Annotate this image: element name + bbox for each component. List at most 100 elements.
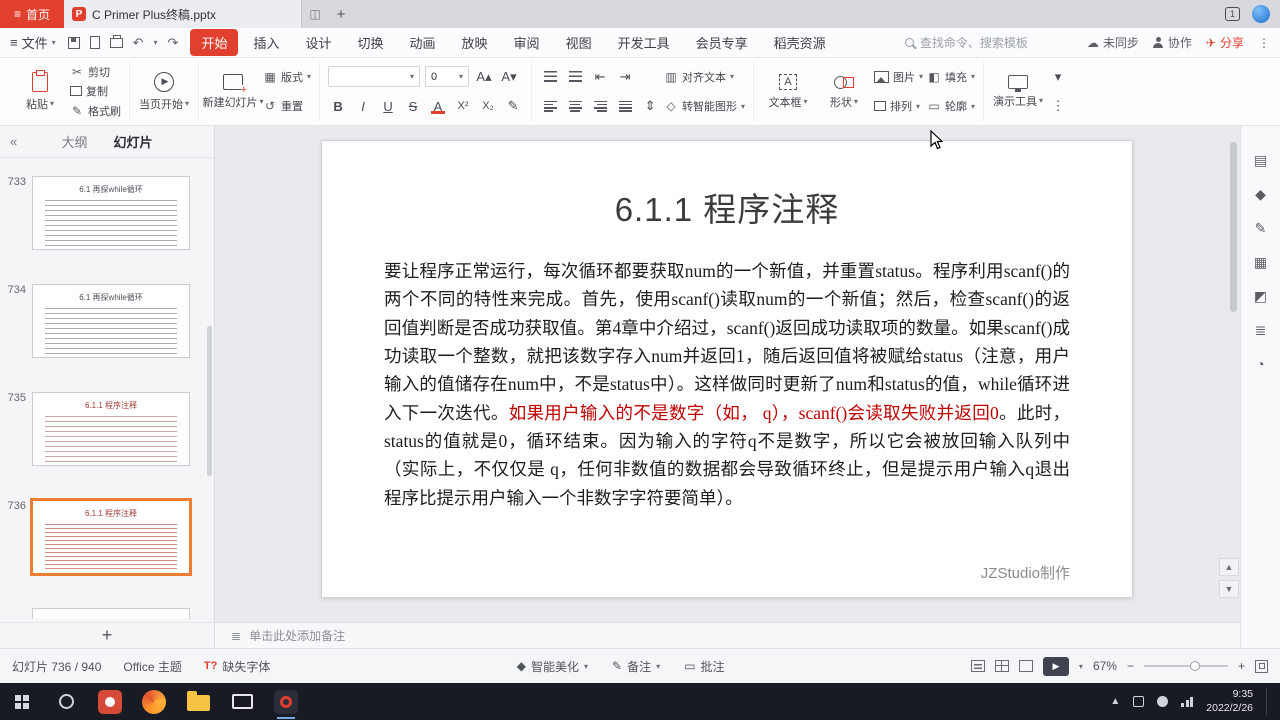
reset-button[interactable]: ↺ 重置 [263, 97, 311, 116]
slide-thumbnail-735[interactable]: 6.1.1 程序注释 [32, 392, 190, 466]
slide-sorter-view-button[interactable] [994, 660, 1009, 672]
sync-status[interactable]: ☁ 未同步 [1087, 34, 1139, 51]
share-button[interactable]: ✈ 分享 [1206, 34, 1244, 51]
menu-tab-动画[interactable]: 动画 [399, 29, 447, 56]
next-slide-button[interactable]: ▼ [1219, 580, 1239, 598]
format-painter-button[interactable]: ✎ 格式刷 [70, 102, 121, 121]
tab-list-icon[interactable]: ◫ [302, 0, 328, 28]
firefox-icon[interactable] [132, 683, 176, 720]
browser-icon[interactable] [88, 683, 132, 720]
menu-tab-放映[interactable]: 放映 [451, 29, 499, 56]
zoom-out-button[interactable]: − [1127, 659, 1134, 673]
redo-icon[interactable]: ↷ [168, 36, 179, 49]
command-search[interactable]: 查找命令、搜索模板 [904, 34, 1075, 51]
fit-to-window-button[interactable] [1255, 659, 1268, 673]
save-icon[interactable] [67, 36, 80, 49]
edit-panel-icon[interactable]: ✎ [1255, 220, 1267, 237]
slide-thumbnail-736[interactable]: 6.1.1 程序注释 [30, 498, 192, 576]
beautify-panel-icon[interactable]: ◆ [1255, 186, 1266, 203]
copy-button[interactable]: 复制 [70, 82, 121, 103]
subscript-button[interactable]: X₂ [478, 96, 498, 116]
layout-panel-icon[interactable]: ▦ [1254, 254, 1267, 271]
show-desktop-button[interactable] [1266, 687, 1272, 716]
notes-toggle-button[interactable]: ✎ 备注 ▾ [612, 658, 660, 675]
fill-button[interactable]: ◧ 填充 ▾ [927, 67, 975, 86]
slide-title[interactable]: 6.1.1 程序注释 [322, 183, 1132, 231]
tray-chevron-icon[interactable]: ▲ [1110, 696, 1120, 707]
shapes-button[interactable]: 形状 ▾ [818, 62, 870, 121]
new-tab-button[interactable]: + [328, 0, 354, 28]
comments-button[interactable]: ▭ 批注 [684, 658, 724, 675]
canvas-scrollbar[interactable] [1230, 142, 1237, 312]
fill-panel-icon[interactable]: ◩ [1254, 288, 1267, 305]
document-tab[interactable]: P C Primer Plus终稿.pptx [64, 0, 302, 28]
start-button[interactable] [0, 683, 44, 720]
slide-body-text[interactable]: 要让程序正常运行，每次循环都要获取num的一个新值，并重置status。程序利用… [384, 257, 1070, 512]
undo-icon[interactable]: ↶ [133, 36, 144, 49]
history-panel-icon[interactable]: ◔ [1256, 356, 1264, 372]
smart-beautify-button[interactable]: ◆ 智能美化 ▾ [517, 658, 588, 675]
underline-button[interactable]: U [378, 96, 398, 116]
outline-panel-icon[interactable]: ≣ [1255, 322, 1267, 339]
align-text-button[interactable]: ▥ 对齐文本 ▾ [664, 67, 745, 86]
play-from-current-button[interactable]: ▶ 当页开始 ▾ [138, 62, 190, 121]
notes-bar[interactable]: ≣ 单击此处添加备注 [215, 622, 1240, 648]
highlight-button[interactable]: ✎ [503, 96, 523, 116]
collapse-ribbon-icon[interactable]: ▾ [1048, 67, 1068, 87]
convert-smartart-button[interactable]: ◇ 转智能图形 ▾ [664, 97, 745, 116]
picture-button[interactable]: 图片 ▾ [874, 67, 923, 86]
font-name-select[interactable]: ▾ [328, 66, 421, 88]
more-options-icon[interactable]: ⋮ [1258, 36, 1270, 50]
bullets-button[interactable] [540, 67, 560, 87]
ribbon-overflow-icon[interactable]: ⋮ [1048, 96, 1068, 116]
menu-tab-会员专享[interactable]: 会员专享 [685, 29, 759, 56]
menu-tab-开始[interactable]: 开始 [190, 29, 239, 56]
reading-view-button[interactable] [1018, 660, 1033, 672]
textbox-button[interactable]: A 文本框 ▾ [762, 62, 814, 121]
slide-thumbnail-734[interactable]: 6.1 再探while循环 [32, 284, 190, 358]
slideshow-button[interactable]: ▶ [1042, 656, 1069, 676]
slide-thumbnail-partial[interactable] [32, 608, 190, 619]
file-menu[interactable]: ≡ 文件 ▾ [10, 33, 56, 52]
collapse-panel-button[interactable]: « [10, 134, 17, 149]
increase-indent-button[interactable]: ⇥ [615, 67, 635, 87]
presenter-tools-button[interactable]: 演示工具 ▾ [992, 62, 1044, 121]
slide-736[interactable]: 6.1.1 程序注释 要让程序正常运行，每次循环都要获取num的一个新值，并重置… [321, 140, 1133, 598]
zoom-level[interactable]: 67% [1093, 659, 1117, 673]
slide-thumbnail-733[interactable]: 6.1 再探while循环 [32, 176, 190, 250]
panel-scrollbar[interactable] [207, 326, 212, 476]
network-icon[interactable] [1181, 696, 1194, 707]
menu-tab-切换[interactable]: 切换 [347, 29, 395, 56]
paste-button[interactable]: 粘贴 ▾ [14, 62, 66, 121]
undo-caret-icon[interactable]: ▾ [154, 38, 158, 47]
strikethrough-button[interactable]: S [403, 96, 423, 116]
display-app-icon[interactable] [220, 683, 264, 720]
editing-canvas[interactable]: 6.1.1 程序注释 要让程序正常运行，每次循环都要获取num的一个新值，并重置… [215, 126, 1240, 622]
taskbar-search-button[interactable] [44, 683, 88, 720]
arrange-button[interactable]: 排列 ▾ [874, 97, 923, 118]
window-badge[interactable]: 1 [1225, 7, 1240, 21]
zoom-slider-handle[interactable] [1190, 661, 1201, 671]
normal-view-button[interactable] [970, 660, 985, 672]
menu-tab-开发工具[interactable]: 开发工具 [607, 29, 681, 56]
shrink-font-button[interactable]: A▾ [499, 67, 519, 87]
file-explorer-icon[interactable] [176, 683, 220, 720]
new-slide-button[interactable]: 新建幻灯片▾ [203, 62, 264, 121]
justify-button[interactable] [615, 96, 635, 116]
zoom-slider[interactable] [1143, 661, 1228, 671]
missing-font-warning[interactable]: T? 缺失字体 [204, 658, 270, 675]
home-tab[interactable]: ≡ 首页 [0, 0, 64, 28]
decrease-indent-button[interactable]: ⇤ [590, 67, 610, 87]
line-spacing-button[interactable]: ⇕ [640, 96, 660, 116]
slideshow-caret-icon[interactable]: ▾ [1079, 662, 1083, 671]
volume-icon[interactable] [1157, 696, 1169, 707]
layout-button[interactable]: ▦ 版式 ▾ [263, 67, 311, 86]
tab-outline[interactable]: 大纲 [61, 132, 87, 151]
bold-button[interactable]: B [328, 96, 348, 116]
slide-credit[interactable]: JZStudio制作 [981, 562, 1070, 583]
font-size-select[interactable]: 0 ▾ [425, 66, 470, 88]
grow-font-button[interactable]: A▴ [474, 67, 494, 87]
menu-tab-审阅[interactable]: 审阅 [503, 29, 551, 56]
menu-tab-视图[interactable]: 视图 [555, 29, 603, 56]
cut-button[interactable]: ✂ 剪切 [70, 62, 121, 81]
